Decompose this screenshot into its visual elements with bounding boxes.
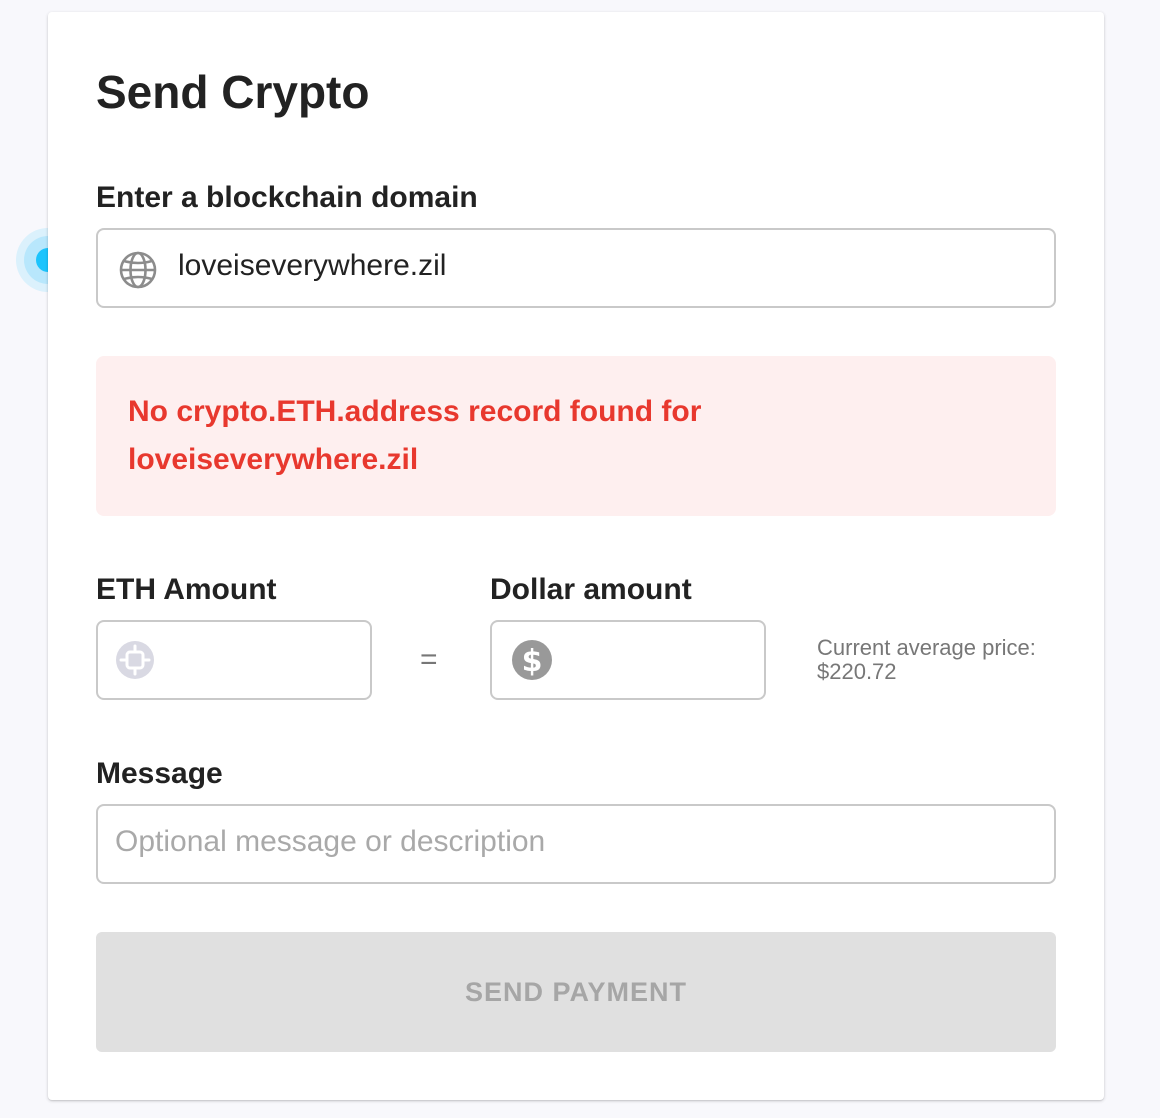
dollar-amount-label: Dollar amount [490, 573, 692, 606]
error-alert: No crypto.ETH.address record found for l… [96, 356, 1056, 516]
page-title: Send Crypto [96, 66, 370, 118]
error-message-domain: loveiseverywhere.zil [128, 443, 419, 476]
price-note-value: $220.72 [817, 659, 897, 684]
eth-amount-label: ETH Amount [96, 573, 277, 606]
message-label: Message [96, 757, 223, 790]
svg-text:$: $ [522, 644, 543, 679]
send-crypto-card: Send Crypto Enter a blockchain domain lo… [48, 12, 1104, 1100]
eth-coin-icon [116, 641, 154, 679]
message-input[interactable]: Optional message or description [96, 804, 1056, 884]
send-payment-button[interactable]: SEND PAYMENT [96, 932, 1056, 1052]
dollar-icon: $ [512, 640, 552, 680]
error-message: No crypto.ETH.address record found for l… [128, 388, 1008, 484]
eth-amount-input[interactable] [96, 620, 372, 700]
globe-icon [119, 251, 157, 289]
error-message-line: No crypto.ETH.address record found for [128, 395, 702, 428]
domain-input-value: loveiseverywhere.zil [178, 249, 447, 282]
dollar-amount-input[interactable]: $ [490, 620, 766, 700]
domain-label: Enter a blockchain domain [96, 181, 478, 214]
domain-input[interactable]: loveiseverywhere.zil [96, 228, 1056, 308]
message-placeholder: Optional message or description [115, 825, 546, 858]
equals-sign: = [420, 643, 438, 676]
price-note: Current average price: $220.72 [817, 636, 1036, 684]
price-note-label: Current average price: [817, 635, 1036, 660]
